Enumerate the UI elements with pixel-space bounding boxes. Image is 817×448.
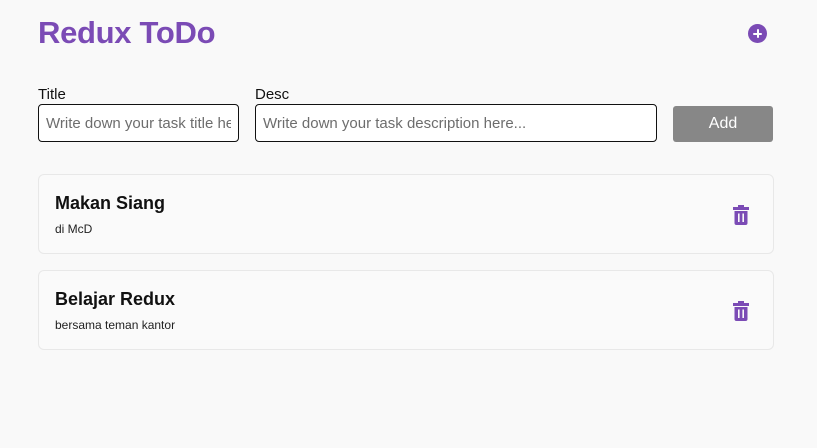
todo-item: Makan Siang di McD: [38, 174, 774, 254]
desc-label: Desc: [255, 86, 290, 103]
add-task-form: Title Desc Add: [38, 86, 773, 146]
trash-icon[interactable]: [733, 205, 749, 225]
plus-circle-icon[interactable]: [748, 24, 767, 43]
todo-description: bersama teman kantor: [55, 318, 176, 332]
todo-description: di McD: [55, 222, 93, 236]
app-title: Redux ToDo: [38, 15, 216, 50]
todo-title: Makan Siang: [55, 193, 166, 213]
desc-input[interactable]: [255, 104, 657, 142]
todo-list: Makan Siang di McD Belajar Redux bersama…: [38, 174, 774, 366]
title-input[interactable]: [38, 104, 239, 142]
trash-icon[interactable]: [733, 301, 749, 321]
todo-item: Belajar Redux bersama teman kantor: [38, 270, 774, 350]
add-button[interactable]: Add: [673, 106, 773, 142]
title-label: Title: [38, 86, 66, 103]
app-header: Redux ToDo: [38, 14, 773, 54]
todo-title: Belajar Redux: [55, 289, 176, 309]
